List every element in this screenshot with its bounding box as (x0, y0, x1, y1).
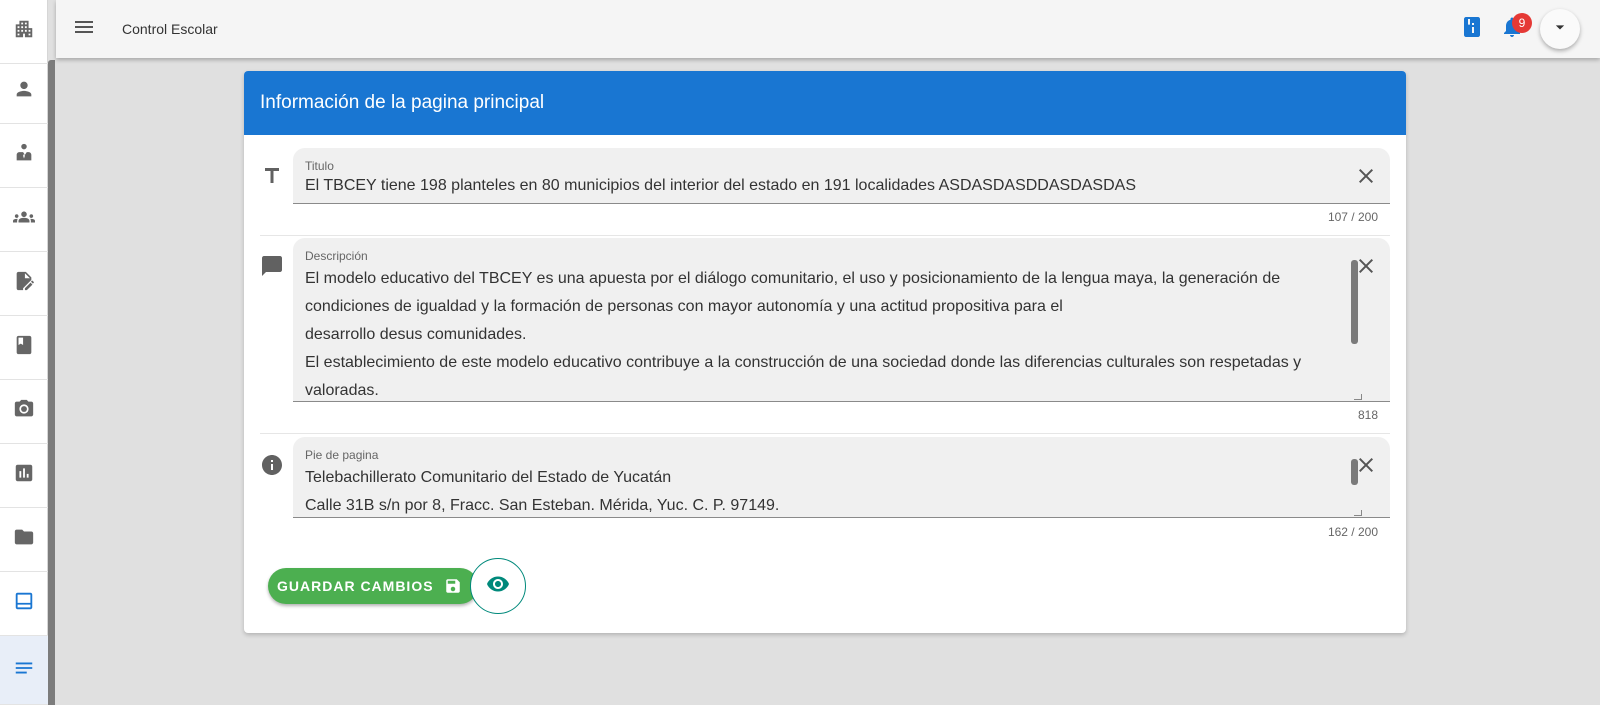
pie-label: Pie de pagina (305, 448, 379, 462)
supervisor-icon (13, 142, 35, 169)
app-title: Control Escolar (122, 21, 218, 37)
rail-item-profile[interactable] (0, 60, 48, 124)
save-icon (445, 579, 460, 593)
info-icon (260, 453, 284, 477)
person-icon (13, 78, 35, 105)
rail-item-web-page[interactable] (0, 572, 48, 636)
text-format-icon (260, 164, 284, 188)
descripcion-clear-button[interactable] (1354, 254, 1378, 278)
descripcion-text[interactable]: El modelo educativo del TBCEY es una apu… (305, 265, 1350, 402)
close-icon (1359, 458, 1373, 472)
save-button-label: GUARDAR CAMBIOS (277, 578, 434, 594)
edit-document-icon (13, 270, 35, 297)
preview-button[interactable] (470, 558, 526, 614)
rail-item-documents[interactable] (0, 252, 48, 316)
rail-item-notes[interactable] (0, 636, 48, 705)
titulo-input[interactable]: Titulo El TBCEY tiene 198 planteles en 8… (293, 148, 1390, 204)
rail-item-camera[interactable] (0, 380, 48, 444)
descripcion-label: Descripción (305, 249, 368, 263)
comment-icon (260, 254, 284, 278)
notifications-button[interactable]: 9 (1492, 9, 1532, 49)
save-changes-button[interactable]: GUARDAR CAMBIOS (268, 568, 478, 604)
manual-button[interactable] (1452, 9, 1492, 49)
pie-resize-handle[interactable] (1354, 510, 1362, 516)
pie-line: Calle 31B s/n por 8, Fracc. San Esteban.… (305, 497, 780, 514)
descripcion-counter: 818 (1357, 408, 1378, 422)
pie-counter: 162 / 200 (1327, 525, 1378, 539)
arrow-drop-down-icon (1550, 17, 1570, 42)
pie-textarea[interactable]: Pie de pagina Telebachillerato Comunitar… (293, 437, 1390, 518)
close-icon (1359, 259, 1373, 273)
rail-item-supervisors[interactable] (0, 124, 48, 188)
navigation-rail (0, 0, 48, 705)
rail-item-home[interactable] (0, 0, 48, 64)
web-page-icon (13, 590, 35, 617)
divider (260, 433, 1390, 434)
rail-item-files[interactable] (0, 508, 48, 572)
descripcion-resize-handle[interactable] (1354, 394, 1362, 400)
card-title: Información de la pagina principal (260, 92, 545, 113)
notes-icon (13, 657, 35, 684)
pie-line: Telebachillerato Comunitario del Estado … (305, 469, 672, 486)
book-icon (13, 334, 35, 361)
menu-icon (72, 15, 96, 44)
apartment-icon (13, 18, 35, 45)
pie-clear-button[interactable] (1354, 453, 1378, 477)
close-icon (1359, 169, 1373, 183)
folder-icon (13, 526, 35, 553)
descripcion-line: desarrollo desus comunidades. (305, 326, 527, 343)
rail-item-groups[interactable] (0, 188, 48, 252)
titulo-counter: 107 / 200 (1327, 210, 1378, 224)
rail-item-book[interactable] (0, 316, 48, 380)
book-info-icon (1460, 15, 1484, 44)
descripcion-line: valoradas. (305, 382, 379, 399)
pie-field-row: Pie de pagina Telebachillerato Comunitar… (260, 437, 1390, 539)
menu-button[interactable] (56, 0, 112, 58)
descripcion-line: El establecimiento de este modelo educat… (305, 354, 1302, 371)
divider (260, 235, 1390, 236)
homepage-info-card: Información de la pagina principal Titul… (244, 71, 1406, 633)
eye-icon (486, 572, 510, 601)
camera-icon (13, 398, 35, 425)
titulo-field-row: Titulo El TBCEY tiene 198 planteles en 8… (260, 148, 1390, 228)
titulo-label: Titulo (305, 159, 334, 173)
pie-text[interactable]: Telebachillerato Comunitario del Estado … (305, 464, 1350, 518)
notification-badge: 9 (1512, 13, 1532, 33)
descripcion-field-row: Descripción El modelo educativo del TBCE… (260, 238, 1390, 424)
account-menu-button[interactable] (1540, 9, 1580, 49)
rail-item-reports[interactable] (0, 444, 48, 508)
top-app-bar: Control Escolar 9 (56, 0, 1600, 58)
card-header: Información de la pagina principal (244, 71, 1406, 135)
descripcion-line: condiciones de igualdad y la formación d… (305, 298, 1063, 315)
titulo-value[interactable]: El TBCEY tiene 198 planteles en 80 munic… (305, 177, 1136, 195)
titulo-clear-button[interactable] (1354, 164, 1378, 188)
rail-scrollbar[interactable] (48, 60, 55, 705)
chart-icon (13, 462, 35, 489)
groups-icon (13, 206, 35, 233)
descripcion-textarea[interactable]: Descripción El modelo educativo del TBCE… (293, 238, 1390, 402)
descripcion-line: El modelo educativo del TBCEY es una apu… (305, 270, 1281, 287)
